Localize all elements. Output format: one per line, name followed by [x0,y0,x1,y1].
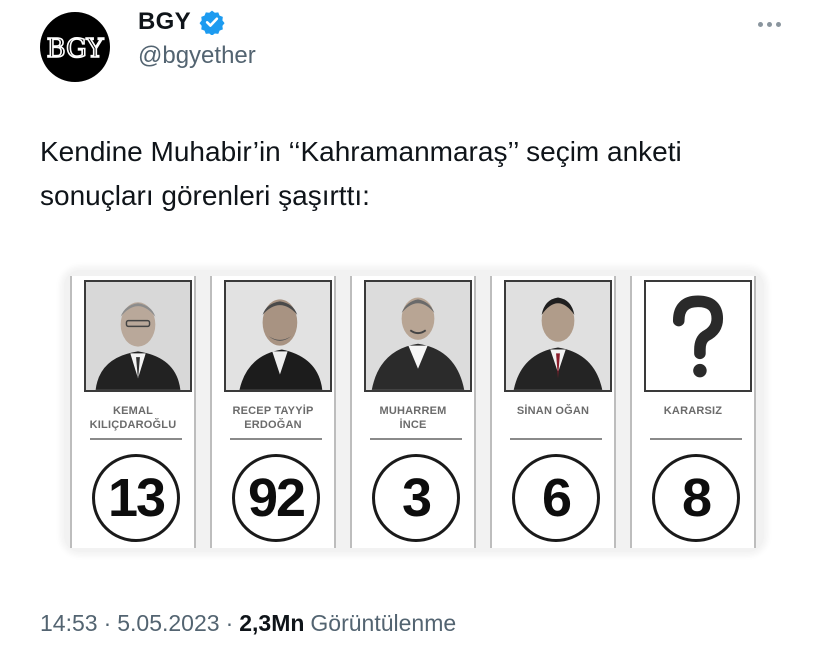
candidate-name: MUHARREM İNCE [379,405,447,431]
candidate-photo [504,280,612,392]
name-underline [90,438,182,440]
more-options-icon[interactable] [753,14,785,34]
candidate-photo [644,280,752,392]
candidate-name: SİNAN OĞAN [516,405,590,417]
tweet-meta: 14:53 · 5.05.2023 · 2,3Mn Görüntülenme [40,610,456,637]
person-photo-icon [366,282,470,390]
candidate-card: SİNAN OĞAN 6 [490,276,616,548]
candidate-name: KARARSIZ [663,405,723,417]
bgy-logo-icon: BGY [46,33,106,65]
name-underline [510,438,602,440]
tweet-time[interactable]: 14:53 [40,610,98,637]
name-underline [370,438,462,440]
vote-count: 3 [372,454,460,542]
vote-count: 8 [652,454,740,542]
person-photo-icon [86,282,190,390]
candidate-photo [224,280,332,392]
candidate-name: KEMAL KILIÇDAROĞLU [89,405,177,431]
meta-separator: · [225,610,234,636]
person-photo-icon [506,282,610,390]
candidate-photo [364,280,472,392]
name-underline [230,438,322,440]
tweet-text: Kendine Muhabir’in ‘‘Kahramanmaraş’’ seç… [40,136,682,211]
vote-count: 13 [92,454,180,542]
author-handle[interactable]: @bgyether [138,42,256,70]
views-label: Görüntülenme [310,610,457,636]
candidate-name: RECEP TAYYİP ERDOĞAN [232,405,314,431]
verified-badge-icon [199,10,225,35]
tweet-date[interactable]: 5.05.2023 [117,610,219,637]
candidate-photo [84,280,192,392]
name-underline [650,438,742,440]
svg-text:BGY: BGY [46,34,104,64]
author-name-row[interactable]: BGY [138,8,225,36]
vote-count: 92 [232,454,320,542]
candidate-card: MUHARREM İNCE 3 [350,276,476,548]
vote-count: 6 [512,454,600,542]
ballot-image[interactable]: KEMAL KILIÇDAROĞLU 13 RECEP TAYYİP ERDOĞ… [64,270,764,552]
candidate-card: KARARSIZ 8 [630,276,756,548]
candidate-card: RECEP TAYYİP ERDOĞAN 92 [210,276,336,548]
display-name[interactable]: BGY [138,8,191,36]
avatar[interactable]: BGY [40,12,110,82]
candidate-card: KEMAL KILIÇDAROĞLU 13 [70,276,196,548]
person-photo-icon [226,282,330,390]
question-mark-icon [646,282,750,390]
views-count[interactable]: 2,3Mn [239,610,304,637]
meta-separator: · [103,610,112,636]
